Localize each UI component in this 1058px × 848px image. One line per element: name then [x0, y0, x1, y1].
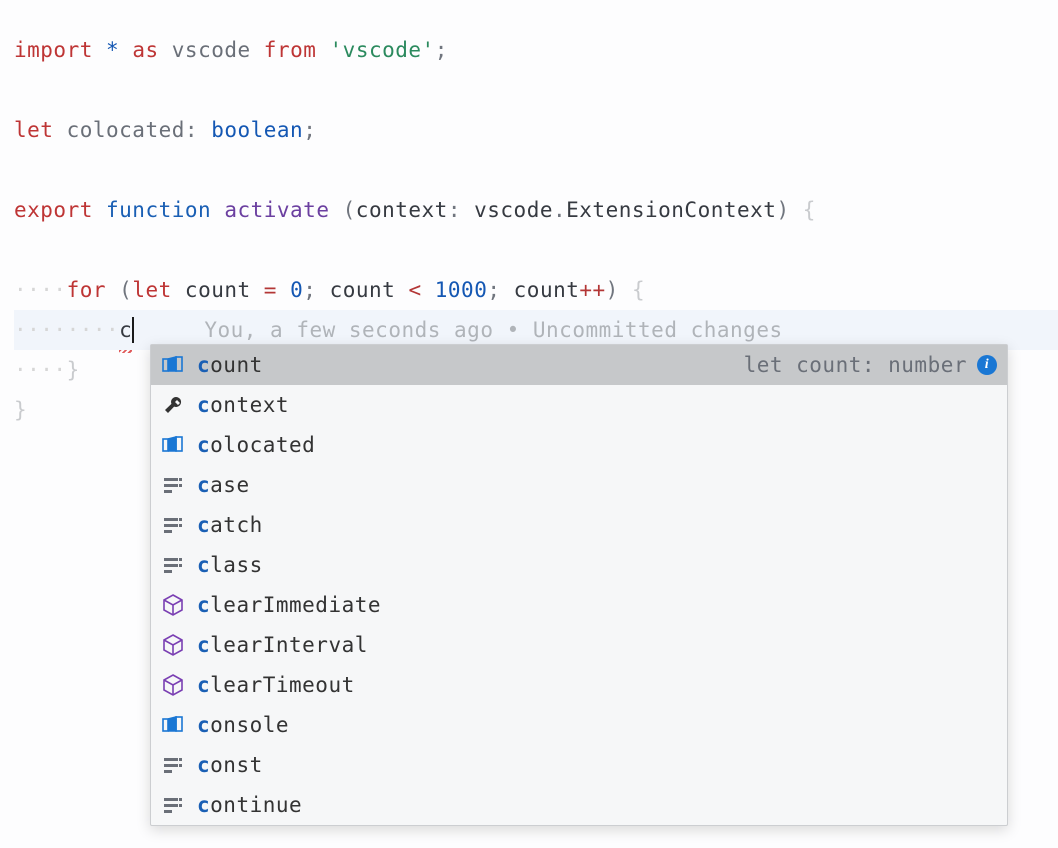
suggestion-label: continue [197, 793, 302, 817]
code-line[interactable] [14, 150, 1058, 190]
keyword-icon [161, 796, 185, 814]
typed-text: c [119, 310, 132, 350]
brace: } [14, 398, 27, 422]
keyword-from: from [264, 38, 317, 62]
rparen: ) [606, 278, 619, 302]
suggestion-item[interactable]: clearInterval [151, 625, 1007, 665]
code-line[interactable]: import * as vscode from 'vscode'; [14, 30, 1058, 70]
suggestion-item[interactable]: const [151, 745, 1007, 785]
code-line[interactable]: ····for (let count = 0; count < 1000; co… [14, 270, 1058, 310]
number: 0 [290, 278, 303, 302]
suggestion-item[interactable]: context [151, 385, 1007, 425]
brace: { [803, 198, 816, 222]
whitespace: ···· [14, 278, 67, 302]
suggestion-item[interactable]: continue [151, 785, 1007, 825]
intellisense-widget[interactable]: count let count: numberi context colocated c… [150, 344, 1008, 826]
suggestion-item[interactable]: count let count: numberi [151, 345, 1007, 385]
lparen: ( [343, 198, 356, 222]
suggestion-item[interactable]: catch [151, 505, 1007, 545]
keyword-let: let [132, 278, 171, 302]
suggestion-label: case [197, 473, 250, 497]
suggestion-item[interactable]: case [151, 465, 1007, 505]
module-string: 'vscode' [330, 38, 435, 62]
suggestion-label: class [197, 553, 263, 577]
keyword-export: export [14, 198, 93, 222]
suggestion-label: clearInterval [197, 633, 368, 657]
text-cursor [132, 317, 134, 343]
module-icon [161, 594, 185, 616]
suggestion-item[interactable]: class [151, 545, 1007, 585]
whitespace: ···· [14, 358, 67, 382]
ident: colocated [67, 118, 185, 142]
keyword-icon [161, 476, 185, 494]
code-line[interactable]: let colocated: boolean; [14, 110, 1058, 150]
suggestion-label: colocated [197, 433, 315, 457]
brace: { [632, 278, 645, 302]
colon: : [448, 198, 461, 222]
number: 1000 [435, 278, 488, 302]
brace: } [67, 358, 80, 382]
suggestion-label: clearTimeout [197, 673, 355, 697]
ident: count [514, 278, 580, 302]
type: boolean [211, 118, 303, 142]
alias-ident: vscode [172, 38, 251, 62]
lparen: ( [119, 278, 132, 302]
dot: . [553, 198, 566, 222]
keyword-icon [161, 516, 185, 534]
type-name: ExtensionContext [566, 198, 776, 222]
suggestion-item[interactable]: clearImmediate [151, 585, 1007, 625]
ident: count [185, 278, 251, 302]
variable-icon [161, 716, 185, 734]
module-icon [161, 674, 185, 696]
code-line[interactable]: export function activate (context: vscod… [14, 190, 1058, 230]
variable-icon [161, 356, 185, 374]
suggestion-detail: let count: numberi [744, 353, 997, 377]
keyword-as: as [132, 38, 158, 62]
suggestion-item[interactable]: console [151, 705, 1007, 745]
suggestion-label: catch [197, 513, 263, 537]
star-token: * [106, 38, 119, 62]
suggestion-label: context [197, 393, 289, 417]
suggestion-label: const [197, 753, 263, 777]
inc: ++ [579, 278, 605, 302]
info-icon[interactable]: i [977, 355, 997, 375]
suggestion-label: console [197, 713, 289, 737]
keyword-let: let [14, 118, 53, 142]
semicolon: ; [487, 278, 500, 302]
keyword-function: function [106, 198, 211, 222]
suggestion-item[interactable]: colocated [151, 425, 1007, 465]
code-line[interactable] [14, 230, 1058, 270]
type-ns: vscode [474, 198, 553, 222]
eq: = [264, 278, 277, 302]
param: context [356, 198, 448, 222]
suggestion-item[interactable]: clearTimeout [151, 665, 1007, 705]
keyword-for: for [67, 278, 106, 302]
semicolon: ; [303, 278, 316, 302]
ident: count [330, 278, 396, 302]
code-line[interactable] [14, 70, 1058, 110]
semicolon: ; [435, 38, 448, 62]
keyword-icon [161, 556, 185, 574]
lt: < [408, 278, 421, 302]
rparen: ) [776, 198, 789, 222]
colon: : [185, 118, 198, 142]
keyword-icon [161, 756, 185, 774]
module-icon [161, 634, 185, 656]
whitespace: ········ [14, 310, 119, 350]
function-name: activate [224, 198, 329, 222]
keyword-import: import [14, 38, 93, 62]
variable-icon [161, 436, 185, 454]
semicolon: ; [303, 118, 316, 142]
suggestion-label: count [197, 353, 263, 377]
wrench-icon [161, 395, 185, 415]
suggestion-label: clearImmediate [197, 593, 381, 617]
